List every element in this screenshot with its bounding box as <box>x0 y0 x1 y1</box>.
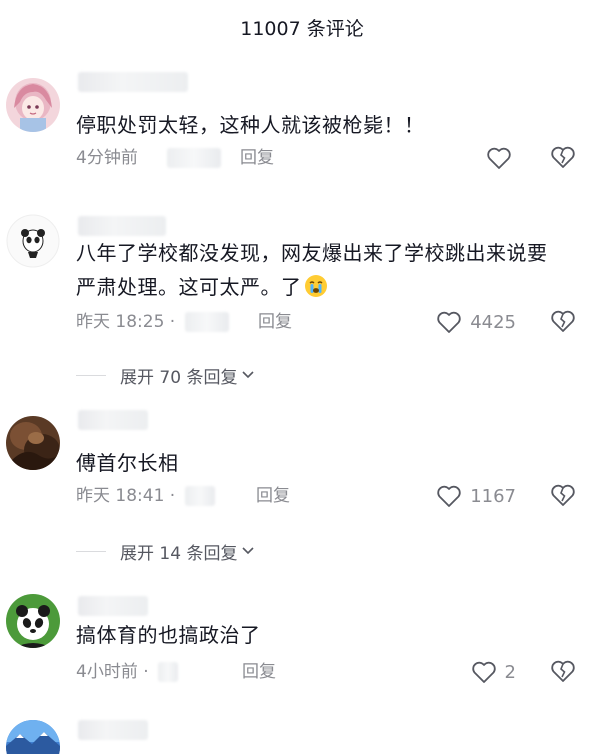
expand-replies-button[interactable]: 展开 14 条回复 <box>76 538 255 564</box>
like-button[interactable]: 1167 <box>424 482 516 510</box>
comment-meta: 4小时前 · 回复 <box>76 660 376 684</box>
brown-photo-avatar-icon[interactable] <box>6 416 60 470</box>
like-count: 4425 <box>470 311 516 333</box>
username-blurred <box>78 596 148 616</box>
dislike-button[interactable] <box>550 482 576 508</box>
divider-line <box>76 550 106 552</box>
comment-meta: 昨天 18:25 · 回复 <box>76 310 376 334</box>
like-button[interactable]: 2 <box>460 658 516 686</box>
location-blurred <box>184 312 229 332</box>
comment-meta: 4分钟前 回复 <box>76 146 376 170</box>
username-blurred <box>78 72 188 92</box>
expand-replies-label: 展开 70 条回复 <box>120 367 238 388</box>
heart-icon <box>437 311 461 333</box>
chevron-down-icon <box>242 371 255 379</box>
heart-icon <box>487 147 511 169</box>
username-blurred <box>78 410 148 430</box>
heart-icon <box>471 661 496 683</box>
chevron-down-icon <box>242 547 255 555</box>
comment-item: 停职处罚太轻，这种人就该被枪毙！！ 4分钟前 回复 <box>0 72 604 182</box>
comment-text: 停职处罚太轻，这种人就该被枪毙！！ <box>76 113 425 137</box>
panda-green-avatar-icon[interactable] <box>6 594 60 648</box>
reply-button[interactable]: 回复 <box>256 484 290 508</box>
expand-replies-label: 展开 14 条回复 <box>120 543 238 564</box>
comment-item: 搞体育的也搞政治了 4小时前 · 回复 2 <box>0 594 604 704</box>
comment-text: 傅首尔长相 <box>76 451 179 475</box>
location-blurred <box>167 148 222 168</box>
like-count: 1167 <box>470 485 516 507</box>
reply-button[interactable]: 回复 <box>258 310 292 334</box>
comment-time: 昨天 18:25 · <box>76 312 176 332</box>
comment-meta: 昨天 18:41 · 回复 <box>76 484 376 508</box>
like-button[interactable] <box>480 144 520 172</box>
like-count: 2 <box>504 661 516 683</box>
like-button[interactable]: 4425 <box>424 308 516 336</box>
expand-replies-button[interactable]: 展开 70 条回复 <box>76 362 255 388</box>
comment-count-title: 11007 条评论 <box>240 18 364 40</box>
broken-heart-icon <box>551 660 575 682</box>
broken-heart-icon <box>551 310 575 332</box>
location-blurred <box>158 662 179 682</box>
crying-emoji-icon <box>304 275 327 297</box>
username-blurred <box>78 216 166 236</box>
comment-time: 昨天 18:41 · <box>76 486 176 506</box>
broken-heart-icon <box>551 146 575 168</box>
reply-button[interactable]: 回复 <box>242 660 276 684</box>
landscape-avatar-icon[interactable] <box>6 720 60 754</box>
comment-item: 傅首尔长相 昨天 18:41 · 回复 1167 展开 14 条回复 <box>0 410 604 570</box>
comment-text: 搞体育的也搞政治了 <box>76 623 261 647</box>
heart-icon <box>437 485 461 507</box>
comment-item <box>0 716 604 754</box>
comment-item: 八年了学校都没发现，网友爆出来了学校跳出来说要严肃处理。这可太严。了 昨天 18… <box>0 214 604 394</box>
comment-text: 八年了学校都没发现，网友爆出来了学校跳出来说要严肃处理。这可太严。了 <box>76 236 556 304</box>
comment-time: 4小时前 · <box>76 662 149 682</box>
username-blurred <box>78 720 148 740</box>
location-blurred <box>184 486 215 506</box>
reply-button[interactable]: 回复 <box>240 146 274 170</box>
panda-avatar-icon[interactable] <box>6 214 60 268</box>
anime-girl-avatar-icon[interactable] <box>6 78 60 132</box>
broken-heart-icon <box>551 484 575 506</box>
comment-time: 4分钟前 <box>76 148 138 168</box>
dislike-button[interactable] <box>550 144 576 170</box>
comments-header: 11007 条评论 <box>0 0 604 58</box>
divider-line <box>76 374 106 376</box>
dislike-button[interactable] <box>550 308 576 334</box>
dislike-button[interactable] <box>550 658 576 684</box>
